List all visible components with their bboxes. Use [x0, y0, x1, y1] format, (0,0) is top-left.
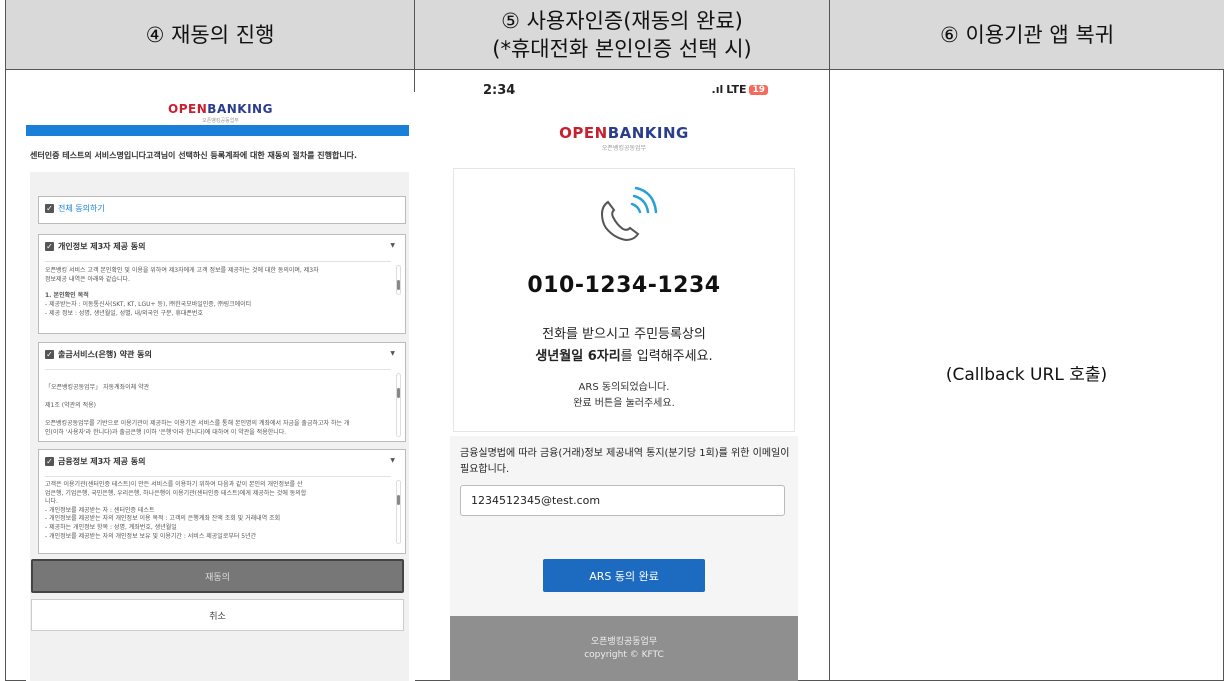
email-field[interactable]: 1234512345@test.com — [460, 485, 785, 516]
header-step5-line1: ⑤ 사용자인증(재동의 완료) — [501, 8, 743, 33]
footer: 오픈뱅킹공동업무 copyright © KFTC — [450, 616, 798, 681]
footer-copyright: copyright © KFTC — [584, 649, 664, 660]
consent-section-finance[interactable]: ✓ 금융정보 제3자 제공 동의 ▼ 고객은 이용기관(센터인증 테스트)이 만든… — [38, 449, 406, 554]
status-indicators: .ıl LTE 19 — [712, 83, 768, 96]
ars-status-line2: 완료 버튼을 눌러주세요. — [573, 398, 675, 409]
scrollbar[interactable] — [396, 480, 401, 544]
checkbox-icon: ✓ — [45, 457, 54, 466]
chevron-down-icon[interactable]: ▼ — [390, 350, 395, 357]
callback-text: (Callback URL 호출) — [945, 365, 1108, 385]
agree-all-label: 전체 동의하기 — [58, 204, 105, 213]
ars-complete-button[interactable]: ARS 동의 완료 — [543, 559, 705, 592]
email-notice: 금융실명법에 따라 금융(거래)정보 제공내역 통지(분기당 1회)를 위한 이… — [460, 448, 790, 475]
instruction-line1: 전화를 받으시고 주민등록상의 — [542, 327, 706, 342]
section-body: 오픈뱅킹 서비스 고객 본인확인 및 이용을 위하여 제3자에게 고객 정보를 … — [45, 261, 391, 329]
divider — [829, 0, 830, 680]
logo-open: OPEN — [559, 124, 608, 142]
checkbox-icon: ✓ — [45, 242, 54, 251]
body-line: 제1조 (약관의 적용) — [45, 402, 96, 409]
body-line: - 제공하는 개인정보 항목 : 성명, 계좌번호, 생년월일 — [45, 523, 177, 531]
logo-subtitle: 오픈뱅킹공동업무 — [601, 145, 647, 152]
network-label: LTE — [726, 83, 747, 96]
body-line: 업은행, 기업은행, 국민은행, 우리은행, 하나은행이 이용기관(센터인증 테… — [45, 489, 307, 497]
ars-card: 010-1234-1234 전화를 받으시고 주민등록상의 생년월일 6자리를 … — [453, 168, 795, 432]
header-step5-line2: (*휴대전화 본인인증 선택 시) — [492, 36, 752, 61]
body-line: 인(이하 '사용자'라 한니다)과 출금은행 (이하 '은행'이라 한니다)에 … — [45, 429, 287, 436]
instruction-bold: 생년월일 6자리 — [535, 349, 621, 364]
header-step5: ⑤ 사용자인증(재동의 완료) (*휴대전화 본인인증 선택 시) — [415, 0, 829, 70]
battery-icon: 19 — [749, 84, 768, 95]
logo-banking: BANKING — [207, 102, 273, 116]
body-line: - 제공 정보 : 성명, 생년월일, 성별, 내/외국인 구분, 휴대폰번호 — [45, 310, 203, 317]
consent-section-personal[interactable]: ✓ 개인정보 제3자 제공 동의 ▼ 오픈뱅킹 서비스 고객 본인확인 및 이용을… — [38, 234, 406, 334]
signal-icon: .ıl — [711, 83, 724, 96]
section-title: 금융정보 제3자 제공 동의 — [58, 457, 146, 466]
scrollbar[interactable] — [396, 373, 401, 437]
checkbox-icon: ✓ — [45, 204, 54, 213]
phone-call-icon — [600, 186, 658, 242]
section-title: 출금서비스(은행) 약관 동의 — [58, 350, 152, 359]
openbanking-logo: OPENBANKING 오픈뱅킹공동업무 — [26, 102, 415, 124]
logo-open: OPEN — [168, 102, 208, 116]
body-line: 정보제공 내역은 아래와 같습니다. — [45, 276, 130, 283]
checkbox-icon: ✓ — [45, 350, 54, 359]
intro-text: 센터인증 테스트의 서비스명입니다고객님이 선택하신 등록계좌에 대한 재동의 … — [30, 151, 358, 160]
reagree-button[interactable]: 재동의 — [31, 559, 404, 593]
body-line: 니다. — [45, 498, 58, 506]
body-line: 1. 본인확인 목적 — [45, 292, 89, 299]
chevron-down-icon[interactable]: ▼ — [390, 242, 395, 249]
openbanking-logo: OPENBANKING 오픈뱅킹공동업무 — [450, 124, 798, 152]
section-body: 고객은 이용기관(센터인증 테스트)이 만든 서비스를 이용하기 위하여 다음과… — [45, 476, 391, 549]
instruction-rest: 를 입력해주세요. — [620, 349, 713, 364]
body-line: 고객은 이용기관(센터인증 테스트)이 만든 서비스를 이용하기 위하여 다음과… — [45, 481, 303, 488]
reconsent-screen: OPENBANKING 오픈뱅킹공동업무 센터인증 테스트의 서비스명입니다고객… — [26, 92, 415, 681]
consent-section-withdraw[interactable]: ✓ 출금서비스(은행) 약관 동의 ▼ 「오픈뱅킹공동업무」 자동계좌이체 약관 … — [38, 342, 406, 442]
phone-number: 010-1234-1234 — [527, 273, 721, 298]
progress-bar — [26, 125, 409, 136]
body-line: - 제공받는자 : 이동통신사(SKT, KT, LGU+ 등), ㈜한국모바일… — [45, 301, 252, 308]
logo-banking: BANKING — [607, 124, 689, 142]
ars-auth-screen: 2:34 .ıl LTE 19 OPENBANKING 오픈뱅킹공동업무 010… — [450, 71, 798, 681]
ars-status-line1: ARS 동의되었습니다. — [578, 382, 670, 393]
scrollbar[interactable] — [396, 265, 401, 295]
footer-title: 오픈뱅킹공동업무 — [590, 636, 658, 647]
header-step4: ④ 재동의 진행 — [6, 0, 414, 70]
header-step6: ⑥ 이용기관 앱 복귀 — [830, 0, 1224, 70]
body-line: 오픈뱅킹 서비스 고객 본인확인 및 이용을 위하여 제3자에게 고객 정보를 … — [45, 267, 319, 274]
chevron-down-icon[interactable]: ▼ — [390, 457, 395, 464]
logo-subtitle: 오픈뱅킹공동업무 — [202, 118, 239, 124]
body-line: 오픈뱅킹공동업무를 기반으로 이용기관이 제공하는 이용기관 서비스를 통해 본… — [45, 420, 350, 427]
body-line: 「오픈뱅킹공동업무」 자동계좌이체 약관 — [45, 384, 150, 391]
agree-all-checkbox[interactable]: ✓ 전체 동의하기 — [38, 196, 406, 224]
section-body: 「오픈뱅킹공동업무」 자동계좌이체 약관 제1조 (약관의 적용) 오픈뱅킹공동… — [45, 369, 391, 437]
status-time: 2:34 — [483, 83, 516, 98]
instruction-line2: 생년월일 6자리를 입력해주세요. — [454, 345, 794, 364]
body-line: - 개인정보를 제공받는 자의 개인정보 보유 및 이용기간 : 서비스 제공일… — [45, 532, 257, 540]
body-line: - 개인정보를 제공받는 자의 개인정보 이용 목적 : 고객의 은행계좌 잔액… — [45, 515, 281, 523]
section-title: 개인정보 제3자 제공 동의 — [58, 242, 146, 251]
cancel-button[interactable]: 취소 — [31, 599, 404, 631]
